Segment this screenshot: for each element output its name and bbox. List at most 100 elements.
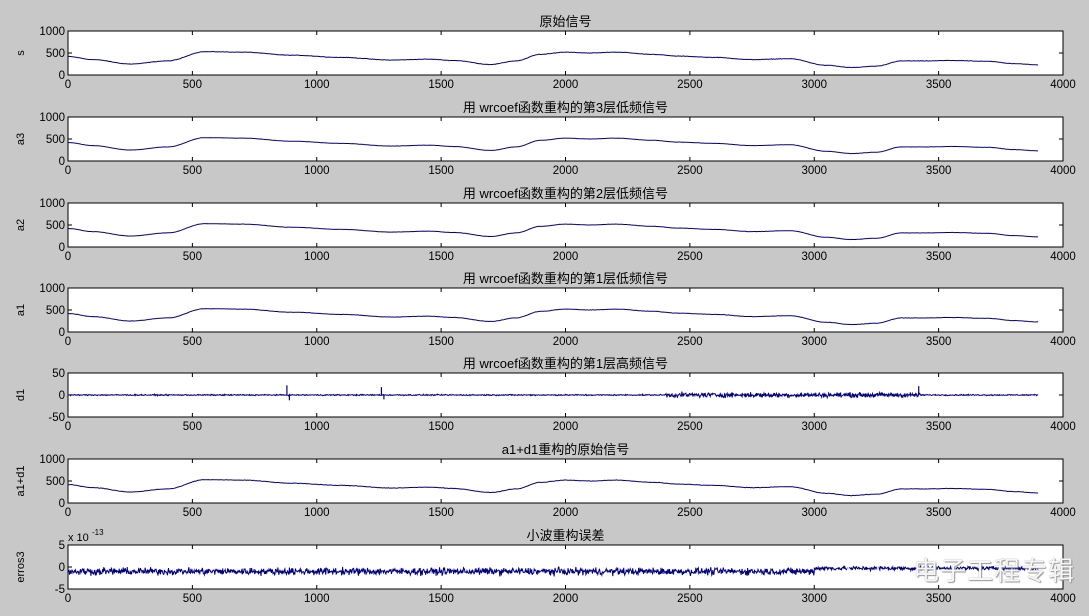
x-tick-label: 3000 [801, 79, 827, 91]
x-tick-label: 500 [183, 421, 202, 433]
subplot-title: 原始信号 [539, 14, 591, 29]
x-tick-label: 2500 [677, 507, 703, 519]
x-tick-label: 3500 [926, 165, 952, 177]
y-tick-label: 1000 [39, 26, 65, 38]
y-tick-label: 1000 [39, 198, 65, 210]
watermark-text: 电子工程专辑 [912, 557, 1075, 587]
x-tick-label: 1000 [304, 251, 330, 263]
wechat-logo-icon [847, 554, 879, 586]
x-tick-label: 1500 [428, 421, 454, 433]
x-tick-label: 4000 [1050, 421, 1076, 433]
x-tick-label: 500 [183, 165, 202, 177]
x-tick-label: 3500 [926, 507, 952, 519]
subplot-title: 用 wrcoef函数重构的第3层低频信号 [463, 100, 668, 115]
y-tick-label: 1000 [39, 454, 65, 466]
x-tick-label: 500 [183, 251, 202, 263]
x-tick-label: 2500 [677, 593, 703, 605]
y-tick-label: 5 [59, 540, 65, 552]
x-tick-label: 0 [65, 336, 71, 348]
subplot-title: 用 wrcoef函数重构的第1层低频信号 [463, 271, 668, 286]
y-tick-label: 0 [59, 242, 65, 254]
x-tick-label: 1500 [428, 507, 454, 519]
exponent-label: x 10 [68, 532, 89, 544]
x-tick-label: 1000 [304, 593, 330, 605]
x-tick-label: 3000 [801, 507, 827, 519]
y-axis-label: a1 [15, 304, 27, 316]
x-tick-label: 500 [183, 593, 202, 605]
subplot-2: 用 wrcoef函数重构的第3层低频信号 a3 0 500 1000 1500 2000 25… [15, 100, 1076, 177]
x-tick-label: 1500 [428, 79, 454, 91]
x-tick-label: 2500 [677, 336, 703, 348]
x-tick-label: 4000 [1050, 79, 1076, 91]
axes-box [67, 202, 1064, 248]
y-tick-label: 0 [59, 390, 65, 402]
subplot-title: a1+d1重构的原始信号 [502, 442, 630, 457]
x-tick-label: 500 [183, 336, 202, 348]
x-tick-label: 1500 [428, 593, 454, 605]
subplot-3: 用 wrcoef函数重构的第2层低频信号 a2 0 500 1000 1500 2000 25… [15, 186, 1076, 263]
subplot-4: 用 wrcoef函数重构的第1层低频信号 a1 0 500 1000 1500 2000 25… [15, 271, 1076, 348]
y-tick-label: 50 [52, 368, 65, 380]
x-tick-label: 2500 [677, 165, 703, 177]
axes-box [67, 116, 1064, 162]
x-tick-label: 2000 [553, 336, 579, 348]
x-tick-label: 1000 [304, 336, 330, 348]
y-tick-label: 0 [59, 70, 65, 82]
x-tick-label: 3500 [926, 593, 952, 605]
subplot-6: a1+d1重构的原始信号 a1+d1 0 500 1000 1500 2000 2500 300… [15, 442, 1076, 519]
x-tick-label: 4000 [1050, 593, 1076, 605]
y-tick-label: 500 [46, 476, 65, 488]
x-tick-label: 1000 [304, 421, 330, 433]
x-tick-label: 1000 [304, 165, 330, 177]
y-axis-label: a1+d1 [15, 466, 27, 497]
x-tick-label: 0 [65, 507, 71, 519]
x-tick-label: 0 [65, 79, 71, 91]
y-tick-label: 500 [46, 48, 65, 60]
x-tick-label: 4000 [1050, 165, 1076, 177]
x-tick-label: 2500 [677, 421, 703, 433]
subplot-title: 用 wrcoef函数重构的第2层低频信号 [463, 186, 668, 201]
x-tick-label: 3000 [801, 251, 827, 263]
x-tick-label: 1500 [428, 336, 454, 348]
x-tick-label: 2500 [677, 79, 703, 91]
x-tick-label: 2000 [553, 79, 579, 91]
y-tick-label: 0 [59, 498, 65, 510]
y-axis-label: a2 [15, 219, 27, 231]
y-axis-label: a3 [15, 133, 27, 145]
x-tick-label: 3000 [801, 421, 827, 433]
x-tick-label: 1500 [428, 165, 454, 177]
x-tick-label: 4000 [1050, 507, 1076, 519]
x-tick-label: 2000 [553, 165, 579, 177]
y-tick-label: 0 [59, 327, 65, 339]
y-axis-label: s [15, 50, 27, 56]
x-tick-label: 4000 [1050, 336, 1076, 348]
figure: 原始信号s0 500 1000 1500 2000 2500 3000 3500 4000050… [15, 14, 1076, 605]
x-tick-label: 0 [65, 165, 71, 177]
x-tick-label: 500 [183, 507, 202, 519]
x-tick-label: 3000 [801, 593, 827, 605]
subplot-5: 用 wrcoef函数重构的第1层高频信号d10 500 1000 1500 2000 25… [15, 356, 1076, 433]
axes-box [67, 287, 1064, 333]
x-tick-label: 4000 [1050, 251, 1076, 263]
x-tick-label: 1500 [428, 251, 454, 263]
y-tick-label: 1000 [39, 283, 65, 295]
x-tick-label: 2000 [553, 593, 579, 605]
x-tick-label: 2000 [553, 251, 579, 263]
x-tick-label: 3500 [926, 251, 952, 263]
subplot-1: 原始信号 s 0 500 1000 1500 2000 2500 3000 3500 4000 0 50… [15, 14, 1076, 91]
subplot-title: 用 wrcoef函数重构的第1层高频信号 [463, 356, 668, 371]
x-tick-label: 3000 [801, 336, 827, 348]
x-tick-label: 2000 [553, 507, 579, 519]
x-tick-label: 1000 [304, 507, 330, 519]
x-tick-label: 2000 [553, 421, 579, 433]
x-tick-label: 0 [65, 593, 71, 605]
x-tick-label: 3000 [801, 165, 827, 177]
y-tick-label: 0 [59, 562, 65, 574]
y-tick-label: 1000 [39, 112, 65, 124]
y-tick-label: -50 [48, 412, 65, 424]
x-tick-label: 500 [183, 79, 202, 91]
y-tick-label: 500 [46, 134, 65, 146]
x-tick-label: 0 [65, 251, 71, 263]
x-tick-label: 3500 [926, 421, 952, 433]
y-tick-label: 0 [59, 156, 65, 168]
